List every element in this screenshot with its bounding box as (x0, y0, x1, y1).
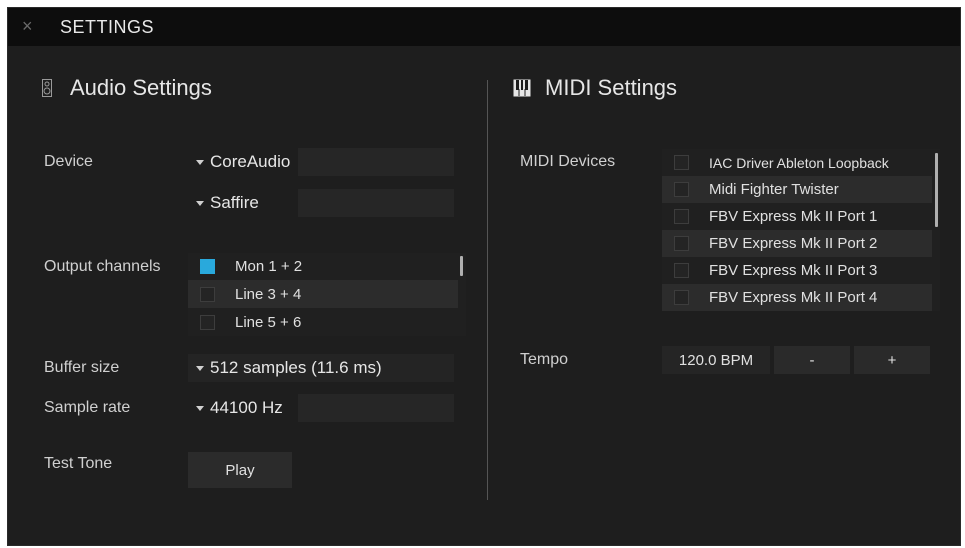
tempo-decrement-button[interactable]: - (774, 346, 850, 374)
output-channels-label: Output channels (44, 258, 161, 275)
output-channel-label: Line 3 + 4 (235, 285, 302, 303)
output-channel-row[interactable]: Mon 1 + 2 (188, 253, 458, 280)
buffer-size-dropdown[interactable]: 512 samples (11.6 ms) (188, 354, 454, 382)
window-title: SETTINGS (60, 17, 155, 37)
output-channel-row[interactable]: Line 5 + 6 (188, 308, 458, 336)
device-interface-dropdown[interactable]: Saffire (188, 189, 454, 217)
sample-rate-value: 44100 Hz (210, 398, 283, 417)
midi-device-checkbox[interactable] (674, 290, 689, 305)
sample-rate-label: Sample rate (44, 399, 131, 416)
device-driver-dropdown[interactable]: CoreAudio (188, 148, 454, 176)
midi-device-row[interactable]: FBV Express Mk II Port 3 (662, 257, 932, 284)
midi-device-checkbox[interactable] (674, 209, 689, 224)
piano-keys-icon (513, 79, 531, 97)
play-button[interactable]: Play (188, 452, 292, 488)
midi-device-label: Midi Fighter Twister (709, 181, 839, 198)
midi-devices-label: MIDI Devices (520, 153, 616, 170)
output-channel-checkbox[interactable] (200, 259, 215, 274)
caret-down-icon (196, 365, 204, 371)
output-channel-checkbox[interactable] (200, 286, 215, 302)
midi-device-checkbox[interactable] (674, 155, 689, 170)
speaker-icon (42, 79, 52, 97)
midi-device-label: FBV Express Mk II Port 3 (709, 262, 878, 279)
midi-settings-title: MIDI Settings (545, 75, 678, 100)
close-icon[interactable]: × (22, 16, 33, 37)
midi-device-label: FBV Express Mk II Port 1 (709, 208, 878, 225)
output-channels-scrollbar[interactable] (460, 256, 463, 276)
midi-device-label: FBV Express Mk II Port 2 (709, 235, 878, 252)
midi-device-label: FBV Express Mk II Port 4 (709, 289, 878, 306)
midi-device-row[interactable]: Midi Fighter Twister (662, 176, 932, 203)
sample-rate-dropdown[interactable]: 44100 Hz (188, 394, 454, 422)
midi-device-checkbox[interactable] (674, 182, 689, 197)
settings-window: × SETTINGS Audio Settings Device CoreAud… (8, 8, 960, 545)
buffer-size-label: Buffer size (44, 359, 120, 376)
output-channel-label: Line 5 + 6 (235, 313, 302, 331)
caret-down-icon (196, 159, 204, 165)
title-bar: × SETTINGS (8, 8, 960, 46)
midi-device-row[interactable]: FBV Express Mk II Port 2 (662, 230, 932, 257)
output-channel-checkbox[interactable] (200, 314, 215, 330)
section-divider (487, 80, 488, 500)
caret-down-icon (196, 200, 204, 206)
midi-device-row[interactable]: FBV Express Mk II Port 4 (662, 284, 932, 311)
midi-devices-list: IAC Driver Ableton Loopback Midi Fighter… (662, 149, 940, 311)
midi-devices-scrollbar[interactable] (935, 153, 938, 227)
midi-device-checkbox[interactable] (674, 263, 689, 278)
tempo-field[interactable]: 120.0 BPM (662, 346, 770, 374)
device-interface-value: Saffire (210, 193, 259, 212)
midi-device-checkbox[interactable] (674, 236, 689, 251)
test-tone-label: Test Tone (44, 455, 113, 472)
audio-settings-title: Audio Settings (70, 75, 212, 100)
output-channels-list: Mon 1 + 2 Line 3 + 4 Line 5 + 6 (188, 253, 466, 336)
caret-down-icon (196, 405, 204, 411)
tempo-increment-button[interactable]: + (854, 346, 930, 374)
buffer-size-value: 512 samples (11.6 ms) (210, 358, 382, 377)
device-label: Device (44, 153, 93, 170)
output-channel-row[interactable]: Line 3 + 4 (188, 280, 458, 308)
midi-device-row[interactable]: IAC Driver Ableton Loopback (662, 149, 932, 176)
midi-device-label: IAC Driver Ableton Loopback (709, 154, 889, 171)
tempo-label: Tempo (520, 351, 569, 368)
output-channel-label: Mon 1 + 2 (235, 258, 303, 275)
device-driver-value: CoreAudio (210, 152, 291, 171)
midi-device-row[interactable]: FBV Express Mk II Port 1 (662, 203, 932, 230)
